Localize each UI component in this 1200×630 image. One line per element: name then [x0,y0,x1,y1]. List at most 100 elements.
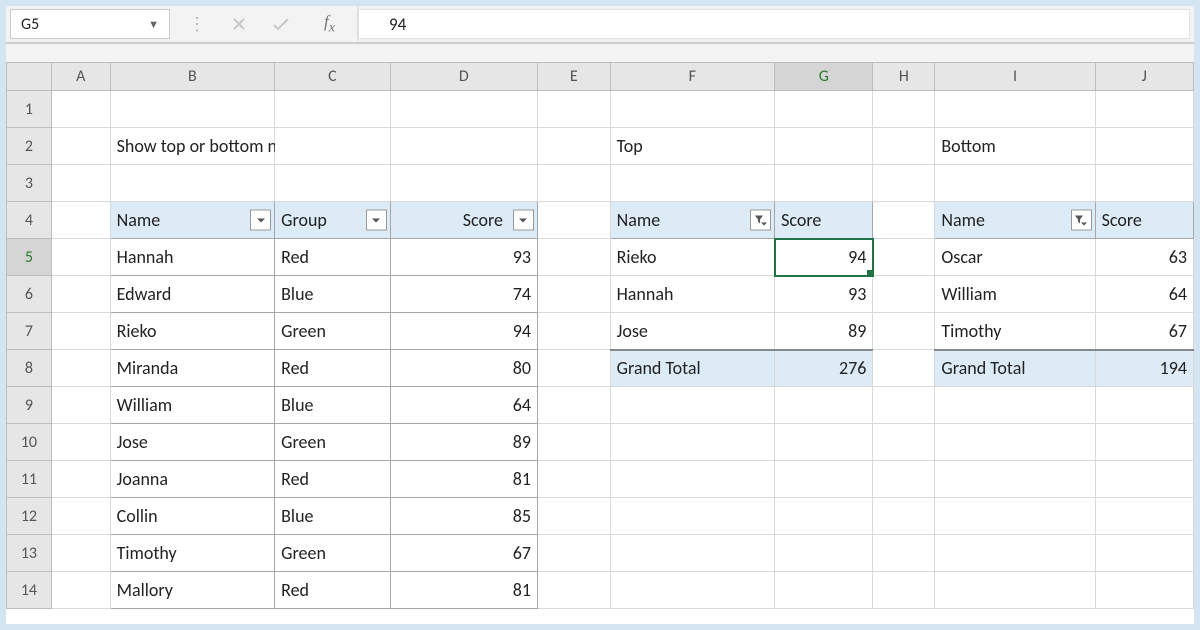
pivot-cell[interactable]: Timothy [935,313,1095,350]
table-cell-name[interactable]: Collin [110,498,275,535]
cell[interactable] [51,498,110,535]
pivot-cell[interactable]: William [935,276,1095,313]
cell[interactable] [610,498,775,535]
table-header[interactable]: Score [390,202,537,239]
row-header[interactable]: 13 [7,535,52,572]
dropdown-icon[interactable] [250,210,271,231]
cell[interactable] [610,91,775,128]
cell[interactable] [935,461,1095,498]
table-cell-group[interactable]: Green [275,313,390,350]
cell[interactable] [537,165,610,202]
fx-icon[interactable]: fx [316,12,343,36]
cell[interactable] [775,387,873,424]
cell[interactable] [537,498,610,535]
cell[interactable] [537,91,610,128]
cell[interactable] [775,572,873,609]
spreadsheet-grid[interactable]: ABCDEFGHIJ 12Show top or bottom n result… [6,62,1194,609]
pivot-cell[interactable]: Jose [610,313,775,350]
col-header-E[interactable]: E [537,63,610,91]
table-cell-group[interactable]: Red [275,461,390,498]
cell[interactable] [390,128,537,165]
cell[interactable] [610,461,775,498]
row-header[interactable]: 9 [7,387,52,424]
cell[interactable] [537,424,610,461]
drag-handle-icon[interactable]: ⋮ [188,13,206,35]
cell[interactable] [51,535,110,572]
cell[interactable] [935,387,1095,424]
cell[interactable] [873,424,935,461]
cell[interactable] [873,461,935,498]
cell[interactable] [275,91,390,128]
cell[interactable] [110,165,275,202]
table-cell-group[interactable]: Green [275,535,390,572]
cell[interactable] [873,202,935,239]
table-cell-name[interactable]: Mallory [110,572,275,609]
cell[interactable] [537,313,610,350]
row-header[interactable]: 2 [7,128,52,165]
cell[interactable] [51,165,110,202]
pivot-cell[interactable]: Oscar [935,239,1095,276]
cell[interactable] [873,239,935,276]
enter-icon[interactable] [272,17,290,31]
pivot-cell[interactable]: 67 [1095,313,1193,350]
cell[interactable] [935,165,1095,202]
grand-total-value[interactable]: 194 [1095,350,1193,387]
chevron-down-icon[interactable]: ▼ [148,18,159,31]
dropdown-icon[interactable] [366,210,387,231]
cell[interactable] [935,535,1095,572]
table-cell-score[interactable]: 89 [390,424,537,461]
table-cell-score[interactable]: 94 [390,313,537,350]
pivot-header[interactable]: Score [775,202,873,239]
cell[interactable] [610,165,775,202]
table-cell-name[interactable]: Jose [110,424,275,461]
table-cell-score[interactable]: 81 [390,572,537,609]
cell[interactable] [873,350,935,387]
cell[interactable] [537,461,610,498]
table-cell-name[interactable]: Edward [110,276,275,313]
cell[interactable] [873,535,935,572]
pivot-header[interactable]: Score [1095,202,1193,239]
col-header-F[interactable]: F [610,63,775,91]
formula-bar-input[interactable]: 94 [358,9,1190,39]
row-header[interactable]: 5 [7,239,52,276]
row-header[interactable]: 10 [7,424,52,461]
cell[interactable] [775,91,873,128]
cell[interactable] [1095,461,1193,498]
cell[interactable] [775,535,873,572]
cell[interactable] [51,461,110,498]
cell[interactable] [873,572,935,609]
cell[interactable] [390,91,537,128]
cell[interactable] [537,572,610,609]
table-cell-score[interactable]: 74 [390,276,537,313]
cell[interactable] [110,91,275,128]
table-cell-group[interactable]: Red [275,572,390,609]
cell[interactable] [873,128,935,165]
pivot-header[interactable]: Name [610,202,775,239]
grand-total-label[interactable]: Grand Total [610,350,775,387]
row-header[interactable]: 14 [7,572,52,609]
cell[interactable] [873,498,935,535]
filter-dropdown-icon[interactable] [750,210,771,231]
cell[interactable] [51,276,110,313]
cell[interactable] [610,424,775,461]
table-cell-score[interactable]: 80 [390,350,537,387]
col-header-J[interactable]: J [1095,63,1193,91]
cell[interactable] [610,387,775,424]
grand-total-label[interactable]: Grand Total [935,350,1095,387]
table-cell-group[interactable]: Green [275,424,390,461]
row-header[interactable]: 4 [7,202,52,239]
row-header[interactable]: 8 [7,350,52,387]
table-header[interactable]: Name [110,202,275,239]
cell[interactable] [610,535,775,572]
pivot-cell[interactable]: 94 [775,239,873,276]
cell[interactable] [51,128,110,165]
cancel-icon[interactable] [232,17,246,31]
col-header-I[interactable]: I [935,63,1095,91]
cell[interactable] [1095,387,1193,424]
table-cell-score[interactable]: 67 [390,535,537,572]
cell[interactable] [537,239,610,276]
cell[interactable] [873,91,935,128]
cell[interactable] [1095,91,1193,128]
col-header-A[interactable]: A [51,63,110,91]
cell[interactable] [51,91,110,128]
